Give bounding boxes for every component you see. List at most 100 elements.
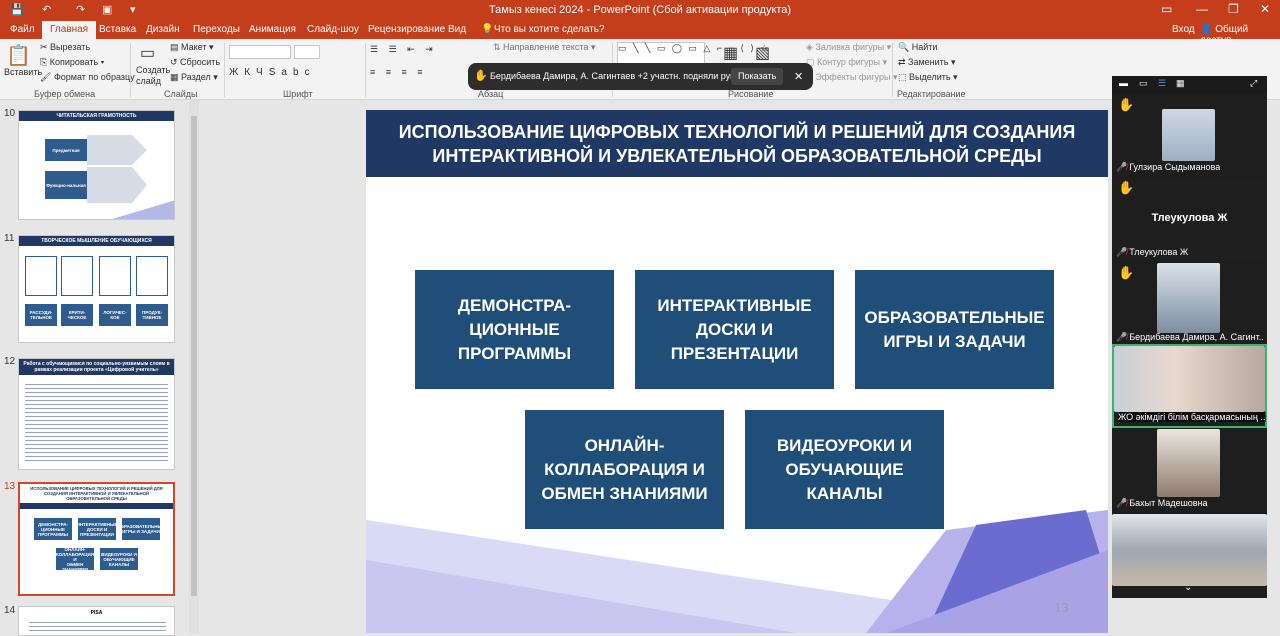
arrange-icon[interactable]: ▦ <box>723 43 738 63</box>
find-button[interactable]: 🔍 Найти <box>898 42 937 53</box>
slide-thumbnail-10[interactable]: ЧИТАТЕЛЬСКАЯ ГРАМОТНОСТЬ Предметная Функ… <box>18 110 175 220</box>
drawing-group-label: Рисование <box>728 89 774 99</box>
tell-me-input[interactable]: Что вы хотите сделать? <box>494 24 605 35</box>
thumbnail-textbox <box>25 256 57 296</box>
view-single-icon[interactable]: ▭ <box>1139 78 1148 89</box>
section-label: Раздел <box>181 72 211 82</box>
scrollbar-thumb[interactable] <box>191 116 197 596</box>
text-direction-button[interactable]: ⇅ Направление текста ▾ <box>493 42 595 53</box>
new-slide-icon[interactable]: ▭ <box>140 43 155 63</box>
participant-name: 🎤̸ Тлеукулова Ж <box>1116 247 1188 258</box>
thumbnail-box: Функцио-нальная <box>45 171 87 199</box>
text-direction-label: Направление текста <box>503 42 589 52</box>
tab-home[interactable]: Главная <box>42 21 97 39</box>
slide-thumbnail-13[interactable]: ИСПОЛЬЗОВАНИЕ ЦИФРОВЫХ ТЕХНОЛОГИЙ И РЕШЕ… <box>18 482 175 596</box>
raise-hand-notification: ✋ Бердибаева Дамира, А. Сагинтаев +2 уча… <box>468 63 813 90</box>
list-buttons[interactable]: ☰ ☰ ⇤ ⇥ <box>370 44 437 55</box>
participant-name-text: Гулзира Сыдыманова <box>1129 162 1221 172</box>
thumbnail-textbox <box>136 256 168 296</box>
tab-insert[interactable]: Вставка <box>99 24 136 35</box>
paste-button[interactable]: Вставить <box>4 67 42 77</box>
shape-outline-button[interactable]: ▢ Контур фигуры ▾ <box>806 57 887 68</box>
thumbnail-title: Работа с обучающимися по социально-уязви… <box>19 359 174 375</box>
slide-title-line: ИСПОЛЬЗОВАНИЕ ЦИФРОВЫХ ТЕХНОЛОГИЙ И РЕШЕ… <box>398 122 1076 142</box>
participants-video-panel: ▬ ▭ ☰ ▦ ⤢ ✋ 🎤̸ Гулзира Сыдыманова ✋ Тлеук… <box>1112 76 1267 598</box>
slide-title: ИСПОЛЬЗОВАНИЕ ЦИФРОВЫХ ТЕХНОЛОГИЙ И РЕШЕ… <box>366 120 1108 168</box>
align-buttons[interactable]: ≡ ≡ ≡ ≡ <box>370 67 427 77</box>
thumbnails-scrollbar[interactable] <box>189 100 199 633</box>
thumbnail-arrow <box>87 167 147 203</box>
close-notification-icon[interactable]: ✕ <box>794 70 803 83</box>
ribbon-display-icon[interactable]: ▭ <box>1161 2 1172 16</box>
divider <box>892 43 893 97</box>
thumbnail-textbox <box>99 256 131 296</box>
clipboard-group-label: Буфер обмена <box>34 89 96 99</box>
thumbnail-textbox <box>61 256 93 296</box>
restore-icon[interactable]: ❐ <box>1228 2 1239 16</box>
close-icon[interactable]: ✕ <box>1260 2 1270 16</box>
right-scrollbar[interactable] <box>1268 100 1280 633</box>
participant-tile[interactable]: ⌄ <box>1112 514 1267 598</box>
topic-card: ОБРАЗОВАТЕЛЬНЫЕ ИГРЫ И ЗАДАЧИ <box>855 270 1054 389</box>
signin-link[interactable]: Вход <box>1172 24 1195 35</box>
thumbnail-box: КРИТИ-ЧЕСКОЕ <box>61 304 93 326</box>
lightbulb-icon: 💡 <box>481 24 494 35</box>
show-button[interactable]: Показать <box>731 68 784 85</box>
card-line: ОНЛАЙН- <box>584 435 665 455</box>
participant-name: 🎤̸ Гулзира Сыдыманова <box>1116 162 1220 173</box>
current-slide[interactable]: ИСПОЛЬЗОВАНИЕ ЦИФРОВЫХ ТЕХНОЛОГИЙ И РЕШЕ… <box>366 110 1108 633</box>
reset-label: Сбросить <box>180 57 221 67</box>
participant-video <box>1157 429 1220 497</box>
participant-tile[interactable]: ✋ Тлеукулова Ж 🎤̸ Тлеукулова Ж <box>1112 178 1267 262</box>
font-name-select[interactable] <box>229 45 291 59</box>
minimize-panel-icon[interactable]: ▬ <box>1119 78 1128 88</box>
tab-design[interactable]: Дизайн <box>146 24 180 35</box>
participant-tile[interactable]: ✋ 🎤̸ Бердибаева Дамира, А. Сагинт... <box>1112 263 1267 347</box>
layout-button[interactable]: ▤ Макет ▾ <box>170 42 214 53</box>
paste-icon[interactable]: 📋 <box>6 43 31 68</box>
slide-page-number: 13 <box>1054 600 1069 615</box>
participant-tile[interactable]: 🎤̸ Бахыт Мадешовна <box>1112 429 1267 513</box>
tab-review[interactable]: Рецензирование <box>368 24 445 35</box>
slides-group-label: Слайды <box>164 89 198 99</box>
replace-button[interactable]: ⇄ Заменить ▾ <box>898 57 956 68</box>
window-title: Тамыз кенесі 2024 - PowerPoint (Сбой акт… <box>488 4 792 16</box>
format-painter-label: Формат по образцу <box>53 72 135 82</box>
title-bar: 💾 ↶ ↷ ▣ ▾ Тамыз кенесі 2024 - PowerPoint… <box>0 0 1280 21</box>
card-line: ДОСКИ И <box>695 319 774 339</box>
participant-video <box>1114 346 1265 412</box>
quick-styles-icon[interactable]: ▧ <box>755 43 770 63</box>
shape-fill-button[interactable]: ◈ Заливка фигуры ▾ <box>806 42 891 53</box>
view-grid-icon[interactable]: ▦ <box>1176 78 1185 89</box>
thumbnail-box: ПРОДУК-ТИВНОЕ <box>136 304 168 326</box>
participant-tile[interactable]: ✋ 🎤̸ Гулзира Сыдыманова <box>1112 93 1267 177</box>
section-button[interactable]: ▦ Раздел ▾ <box>170 72 218 83</box>
tab-file[interactable]: Файл <box>10 24 35 35</box>
font-size-select[interactable] <box>294 45 320 59</box>
slide-thumbnail-12[interactable]: Работа с обучающимися по социально-уязви… <box>18 358 175 470</box>
font-format-buttons[interactable]: ЖКЧSabc <box>229 67 316 78</box>
tab-view[interactable]: Вид <box>448 24 466 35</box>
tab-slideshow[interactable]: Слайд-шоу <box>307 24 359 35</box>
minimize-icon[interactable]: — <box>1196 2 1208 16</box>
reset-button[interactable]: ↺ Сбросить <box>170 57 220 68</box>
tab-animation[interactable]: Анимация <box>249 24 296 35</box>
card-line: ИНТЕРАКТИВНЫЕ <box>657 295 812 315</box>
copy-button[interactable]: ⎘ Копировать ▾ <box>40 57 104 68</box>
participant-video <box>1112 514 1267 586</box>
new-slide-button[interactable]: Создать слайд <box>136 65 170 87</box>
cut-button[interactable]: ✂ Вырезать <box>40 42 90 53</box>
muted-mic-icon: 🎤̸ <box>1116 162 1128 172</box>
shape-effects-button[interactable]: ◇ Эффекты фигуры ▾ <box>806 72 897 83</box>
view-list-icon[interactable]: ☰ <box>1158 78 1166 89</box>
chevron-down-icon[interactable]: ⌄ <box>1184 582 1192 593</box>
participant-name-text: Бахыт Мадешовна <box>1129 498 1208 508</box>
expand-panel-icon[interactable]: ⤢ <box>1250 78 1257 89</box>
slide-thumbnail-14[interactable]: PISA <box>18 606 175 636</box>
card-line: ДЕМОНСТРА- <box>457 295 572 315</box>
participant-tile-active-speaker[interactable]: ЖО әкімдігі білім басқармасының ... <box>1112 344 1267 428</box>
slide-thumbnail-11[interactable]: ТВОРЧЕСКОЕ МЫШЛЕНИЕ ОБУЧАЮЩИХСЯ РАССУДИ-… <box>18 235 175 343</box>
select-button[interactable]: ⬚ Выделить ▾ <box>898 72 958 83</box>
tab-transitions[interactable]: Переходы <box>193 24 240 35</box>
format-painter-button[interactable]: 🖌 Формат по образцу <box>40 72 135 83</box>
